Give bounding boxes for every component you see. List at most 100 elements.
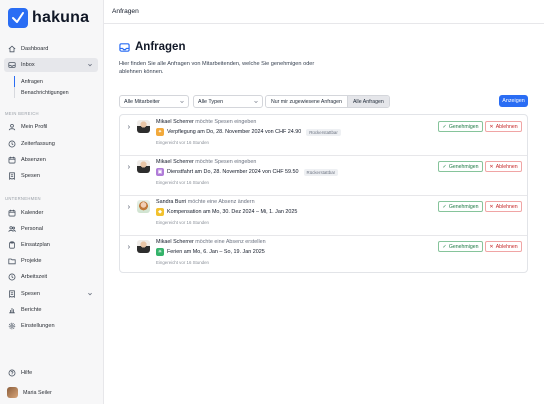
home-icon	[8, 45, 16, 53]
sidebar-item-personal[interactable]: Personal	[4, 222, 98, 236]
request-detail-text: Verpflegung am Do, 28. November 2024 von…	[167, 129, 302, 135]
chevron-down-icon[interactable]	[86, 61, 94, 69]
reject-button[interactable]: ✕ Ablehnen	[485, 121, 522, 132]
vacation-icon: ☀	[156, 248, 164, 256]
sidebar-item-zeiterfassung[interactable]: Zeiterfassung	[4, 137, 98, 151]
request-list: Mikael Scherrer möchte Spesen eingeben ✦…	[119, 114, 528, 273]
type-select[interactable]: Alle Typen	[193, 95, 263, 108]
type-select-value: Alle Typen	[198, 98, 224, 105]
requester-name: Mikael Scherrer	[156, 119, 194, 125]
reject-label: Ablehnen	[495, 123, 518, 130]
sidebar-item-label: Spesen	[21, 291, 40, 297]
approve-label: Genehmigen	[448, 203, 479, 210]
sidebar-item-berichte[interactable]: Berichte	[4, 303, 98, 317]
check-icon: ✓	[442, 203, 447, 210]
requester-name: Mikael Scherrer	[156, 159, 194, 165]
approve-button[interactable]: ✓ Genehmigen	[438, 241, 483, 252]
chevron-right-icon[interactable]	[126, 124, 132, 130]
calendar-icon	[8, 156, 16, 164]
check-icon: ✓	[442, 243, 447, 250]
request-detail: ✦ Verpflegung am Do, 28. November 2024 v…	[156, 128, 341, 136]
user-name: Maria Seiler	[23, 389, 52, 396]
sidebar-item-einsatzplan[interactable]: Einsatzplan	[4, 238, 98, 252]
close-icon: ✕	[489, 123, 494, 130]
calendar-icon	[8, 209, 16, 217]
sidebar-item-label: Einstellungen	[21, 323, 55, 329]
sidebar-item-spesen[interactable]: Spesen	[4, 169, 98, 183]
sidebar-item-label: Dashboard	[21, 46, 49, 52]
request-action: möchte Spesen eingeben	[195, 119, 257, 125]
request-timestamp: Eingereicht vor 16 Stunden	[156, 140, 209, 145]
sidebar-item-einstellungen[interactable]: Einstellungen	[4, 319, 98, 333]
sidebar-item-label: Absenzen	[21, 157, 46, 163]
chevron-down-icon	[179, 99, 185, 105]
app-logo[interactable]: hakuna	[8, 8, 89, 28]
approve-label: Genehmigen	[448, 123, 479, 130]
sidebar-item-inbox[interactable]: Inbox	[4, 58, 98, 72]
page-header: Anfragen	[119, 41, 185, 53]
sidebar-item-spesen-company[interactable]: Spesen	[4, 287, 98, 301]
meal-icon: ✦	[156, 128, 164, 136]
sidebar-item-dashboard[interactable]: Dashboard	[4, 42, 98, 56]
user-menu[interactable]: Maria Seiler	[7, 387, 52, 398]
sidebar-item-absenzen[interactable]: Absenzen	[4, 153, 98, 167]
chevron-down-icon	[253, 99, 259, 105]
list-item: Mikael Scherrer möchte Spesen eingeben ▣…	[120, 155, 527, 195]
sidebar-subitem-benachrichtigungen[interactable]: Benachrichtigungen	[14, 87, 98, 98]
page-description: Hier finden Sie alle Anfragen von Mitarb…	[119, 61, 315, 75]
folder-icon	[8, 257, 16, 265]
receipt-icon	[8, 172, 16, 180]
chevron-right-icon[interactable]	[126, 244, 132, 250]
request-timestamp: Eingereicht vor 16 Stunden	[156, 220, 209, 225]
help-icon	[8, 369, 16, 377]
request-title: Sandra Burri möchte eine Absenz ändern	[156, 199, 255, 205]
request-action: möchte eine Absenz erstellen	[195, 239, 266, 245]
chevron-right-icon[interactable]	[126, 204, 132, 210]
scope-assigned-button[interactable]: Nur mir zugewiesene Anfragen	[266, 96, 347, 107]
requester-name: Sandra Burri	[156, 199, 187, 205]
apply-filter-button[interactable]: Anzeigen	[499, 95, 528, 107]
gear-icon	[8, 322, 16, 330]
filter-bar: Alle Mitarbeiter Alle Typen Nur mir zuge…	[119, 95, 390, 108]
chevron-right-icon[interactable]	[126, 164, 132, 170]
approve-label: Genehmigen	[448, 163, 479, 170]
request-detail: ☀ Ferien am Mo, 6. Jan – So, 19. Jan 202…	[156, 248, 265, 256]
sidebar-item-label: Inbox	[21, 62, 35, 68]
request-detail-text: Ferien am Mo, 6. Jan – So, 19. Jan 2025	[167, 249, 265, 255]
reject-button[interactable]: ✕ Ablehnen	[485, 161, 522, 172]
chart-icon	[8, 306, 16, 314]
topbar-title: Anfragen	[112, 8, 139, 15]
people-icon	[8, 225, 16, 233]
reject-button[interactable]: ✕ Ablehnen	[485, 201, 522, 212]
approve-label: Genehmigen	[448, 243, 479, 250]
scope-all-button[interactable]: Alle Anfragen	[346, 96, 389, 107]
close-icon: ✕	[489, 163, 494, 170]
approve-button[interactable]: ✓ Genehmigen	[438, 161, 483, 172]
chevron-down-icon[interactable]	[86, 290, 94, 298]
sidebar-item-label: Projekte	[21, 258, 42, 264]
approve-button[interactable]: ✓ Genehmigen	[438, 201, 483, 212]
sidebar-subitem-label: Benachrichtigungen	[21, 89, 69, 96]
main-content: Anfragen Hier finden Sie alle Anfragen v…	[104, 24, 544, 404]
sidebar-item-label: Berichte	[21, 307, 42, 313]
check-icon: ✓	[442, 123, 447, 130]
sidebar-item-hilfe[interactable]: Hilfe	[4, 366, 98, 380]
list-item: Mikael Scherrer möchte Spesen eingeben ✦…	[120, 115, 527, 155]
request-timestamp: Eingereicht vor 16 Stunden	[156, 180, 209, 185]
sidebar-item-mein-profil[interactable]: Mein Profil	[4, 120, 98, 134]
request-action: möchte eine Absenz ändern	[187, 199, 255, 205]
approve-button[interactable]: ✓ Genehmigen	[438, 121, 483, 132]
employee-select-value: Alle Mitarbeiter	[124, 98, 160, 105]
sidebar-subitem-anfragen[interactable]: Anfragen	[14, 76, 98, 87]
reject-button[interactable]: ✕ Ablehnen	[485, 241, 522, 252]
clock-icon	[8, 273, 16, 281]
sidebar-item-label: Zeiterfassung	[21, 141, 55, 147]
section-label-mein-bereich: MEIN BEREICH	[5, 111, 39, 116]
compensation-icon: ◆	[156, 208, 164, 216]
sidebar-item-kalender[interactable]: Kalender	[4, 206, 98, 220]
request-detail-text: Kompensation am Mo, 30. Dez 2024 – Mi, 1…	[167, 209, 298, 215]
sidebar-item-label: Hilfe	[21, 370, 33, 376]
employee-select[interactable]: Alle Mitarbeiter	[119, 95, 189, 108]
sidebar-item-arbeitszeit[interactable]: Arbeitszeit	[4, 270, 98, 284]
sidebar-item-projekte[interactable]: Projekte	[4, 254, 98, 268]
